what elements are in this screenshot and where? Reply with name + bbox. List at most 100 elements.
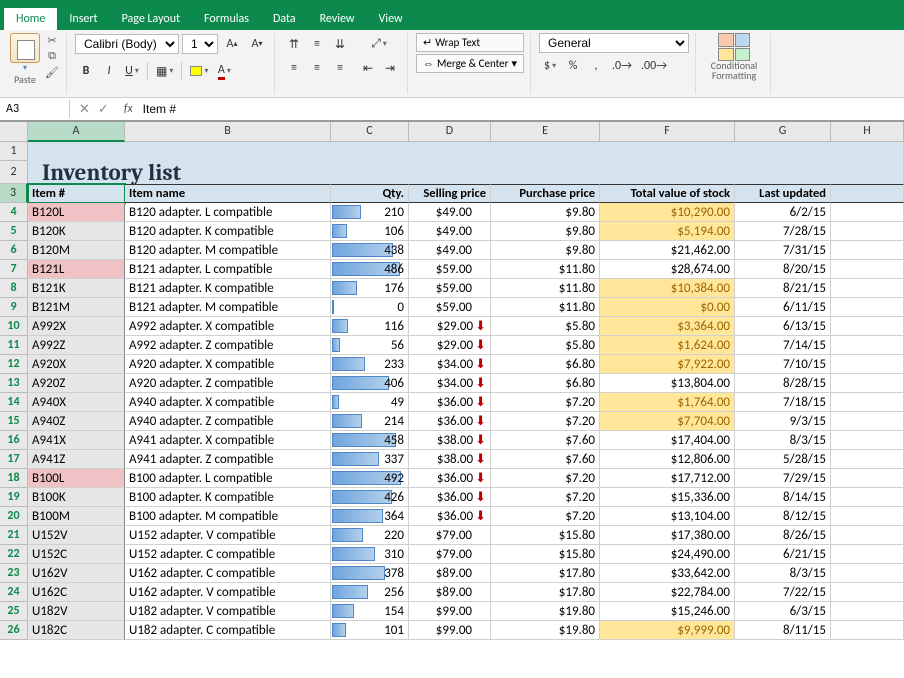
select-all-corner[interactable] [0, 122, 28, 142]
cell-itemnum[interactable]: U162C [28, 583, 125, 602]
cell-qty[interactable]: 458 [331, 431, 409, 450]
row-head-9[interactable]: 9 [0, 298, 28, 317]
cell-empty[interactable] [831, 545, 904, 564]
cell-purchase[interactable]: $9.80 [491, 203, 600, 222]
cell-qty[interactable]: 378 [331, 564, 409, 583]
align-center-icon[interactable]: ≡ [306, 57, 328, 79]
font-size-select[interactable]: 11 [182, 34, 218, 54]
row-head-16[interactable]: 16 [0, 431, 28, 450]
cell-empty[interactable] [831, 336, 904, 355]
align-right-icon[interactable]: ≡ [329, 57, 351, 79]
cell-itemnum[interactable]: B120K [28, 222, 125, 241]
row-head-22[interactable]: 22 [0, 545, 28, 564]
cell-purchase[interactable]: $9.80 [491, 222, 600, 241]
cell-itemnum[interactable]: U182V [28, 602, 125, 621]
cell-date[interactable]: 5/28/15 [735, 450, 831, 469]
cell-qty[interactable]: 214 [331, 412, 409, 431]
cell-purchase[interactable]: $7.60 [491, 450, 600, 469]
cell-qty[interactable]: 210 [331, 203, 409, 222]
cell-itemname[interactable]: A940 adapter. Z compatible [125, 412, 331, 431]
cell-qty[interactable]: 106 [331, 222, 409, 241]
cell-selling[interactable]: $36.00⬇ [409, 393, 491, 412]
cell-empty[interactable] [831, 431, 904, 450]
cell-itemnum[interactable]: B100M [28, 507, 125, 526]
row-head-6[interactable]: 6 [0, 241, 28, 260]
cell-date[interactable]: 6/11/15 [735, 298, 831, 317]
cell-itemnum[interactable]: B120M [28, 241, 125, 260]
cell-date[interactable]: 7/10/15 [735, 355, 831, 374]
row-head-23[interactable]: 23 [0, 564, 28, 583]
italic-button[interactable]: I [98, 60, 120, 82]
row-head-20[interactable]: 20 [0, 507, 28, 526]
cell-empty[interactable] [831, 621, 904, 640]
cell-itemname[interactable]: U182 adapter. V compatible [125, 602, 331, 621]
underline-button[interactable]: U▾ [121, 60, 143, 82]
cell-total[interactable]: $24,490.00 [600, 545, 735, 564]
cell-itemname[interactable]: U182 adapter. C compatible [125, 621, 331, 640]
cell-selling[interactable]: $49.00 [409, 241, 491, 260]
cell-purchase[interactable]: $7.60 [491, 431, 600, 450]
cell-date[interactable]: 8/3/15 [735, 564, 831, 583]
cell-purchase[interactable]: $17.80 [491, 583, 600, 602]
cell-itemnum[interactable]: A920X [28, 355, 125, 374]
row-head-2[interactable]: 2 [0, 161, 28, 184]
cell-qty[interactable]: 154 [331, 602, 409, 621]
cell-purchase[interactable]: $19.80 [491, 621, 600, 640]
header-total[interactable]: Total value of stock [600, 184, 735, 203]
tab-page-layout[interactable]: Page Layout [110, 8, 192, 30]
cell-selling[interactable]: $59.00 [409, 260, 491, 279]
cell-purchase[interactable]: $11.80 [491, 260, 600, 279]
cell-date[interactable]: 7/18/15 [735, 393, 831, 412]
cell-itemname[interactable]: A940 adapter. X compatible [125, 393, 331, 412]
align-middle-icon[interactable]: ≡ [306, 33, 328, 55]
cell-selling[interactable]: $34.00⬇ [409, 374, 491, 393]
cell-qty[interactable]: 364 [331, 507, 409, 526]
row-head-13[interactable]: 13 [0, 374, 28, 393]
cell-empty[interactable] [831, 317, 904, 336]
cell-itemnum[interactable]: U182C [28, 621, 125, 640]
cut-icon[interactable]: ✂ [44, 33, 60, 47]
cell-date[interactable]: 7/14/15 [735, 336, 831, 355]
cell-empty[interactable] [831, 602, 904, 621]
cell-qty[interactable]: 56 [331, 336, 409, 355]
row-head-7[interactable]: 7 [0, 260, 28, 279]
cell-qty[interactable]: 486 [331, 260, 409, 279]
cell-itemname[interactable]: A920 adapter. X compatible [125, 355, 331, 374]
cell-itemname[interactable]: B121 adapter. K compatible [125, 279, 331, 298]
cell-empty[interactable] [831, 222, 904, 241]
cell-itemname[interactable]: A992 adapter. Z compatible [125, 336, 331, 355]
row-head-14[interactable]: 14 [0, 393, 28, 412]
cell-empty[interactable] [831, 564, 904, 583]
row-head-19[interactable]: 19 [0, 488, 28, 507]
increase-font-icon[interactable]: A▴ [221, 33, 243, 55]
row-head-15[interactable]: 15 [0, 412, 28, 431]
cell-purchase[interactable]: $7.20 [491, 393, 600, 412]
cell-itemnum[interactable]: B121L [28, 260, 125, 279]
cell-selling[interactable]: $36.00⬇ [409, 507, 491, 526]
cell-purchase[interactable]: $7.20 [491, 469, 600, 488]
cell-empty[interactable] [831, 526, 904, 545]
bold-button[interactable]: B [75, 60, 97, 82]
cell-qty[interactable]: 176 [331, 279, 409, 298]
header-item_num[interactable]: Item # [28, 184, 125, 203]
cell-date[interactable]: 8/21/15 [735, 279, 831, 298]
cell-selling[interactable]: $59.00 [409, 298, 491, 317]
cell-empty[interactable] [831, 507, 904, 526]
cell-itemname[interactable]: U162 adapter. V compatible [125, 583, 331, 602]
cell-itemname[interactable]: B100 adapter. L compatible [125, 469, 331, 488]
cell-empty[interactable] [831, 241, 904, 260]
cell-total[interactable]: $17,712.00 [600, 469, 735, 488]
cell-qty[interactable]: 406 [331, 374, 409, 393]
cell-total[interactable]: $17,380.00 [600, 526, 735, 545]
increase-indent-icon[interactable]: ⇥ [379, 57, 401, 79]
cell-purchase[interactable]: $15.80 [491, 526, 600, 545]
cell-qty[interactable]: 49 [331, 393, 409, 412]
cell-itemname[interactable]: A941 adapter. X compatible [125, 431, 331, 450]
border-button[interactable]: ▦▾ [152, 60, 177, 82]
align-bottom-icon[interactable]: ⇊ [329, 33, 351, 55]
col-head-E[interactable]: E [491, 122, 600, 142]
cell-date[interactable]: 7/29/15 [735, 469, 831, 488]
cell-itemnum[interactable]: B100L [28, 469, 125, 488]
cell-qty[interactable]: 438 [331, 241, 409, 260]
align-left-icon[interactable]: ≡ [283, 57, 305, 79]
